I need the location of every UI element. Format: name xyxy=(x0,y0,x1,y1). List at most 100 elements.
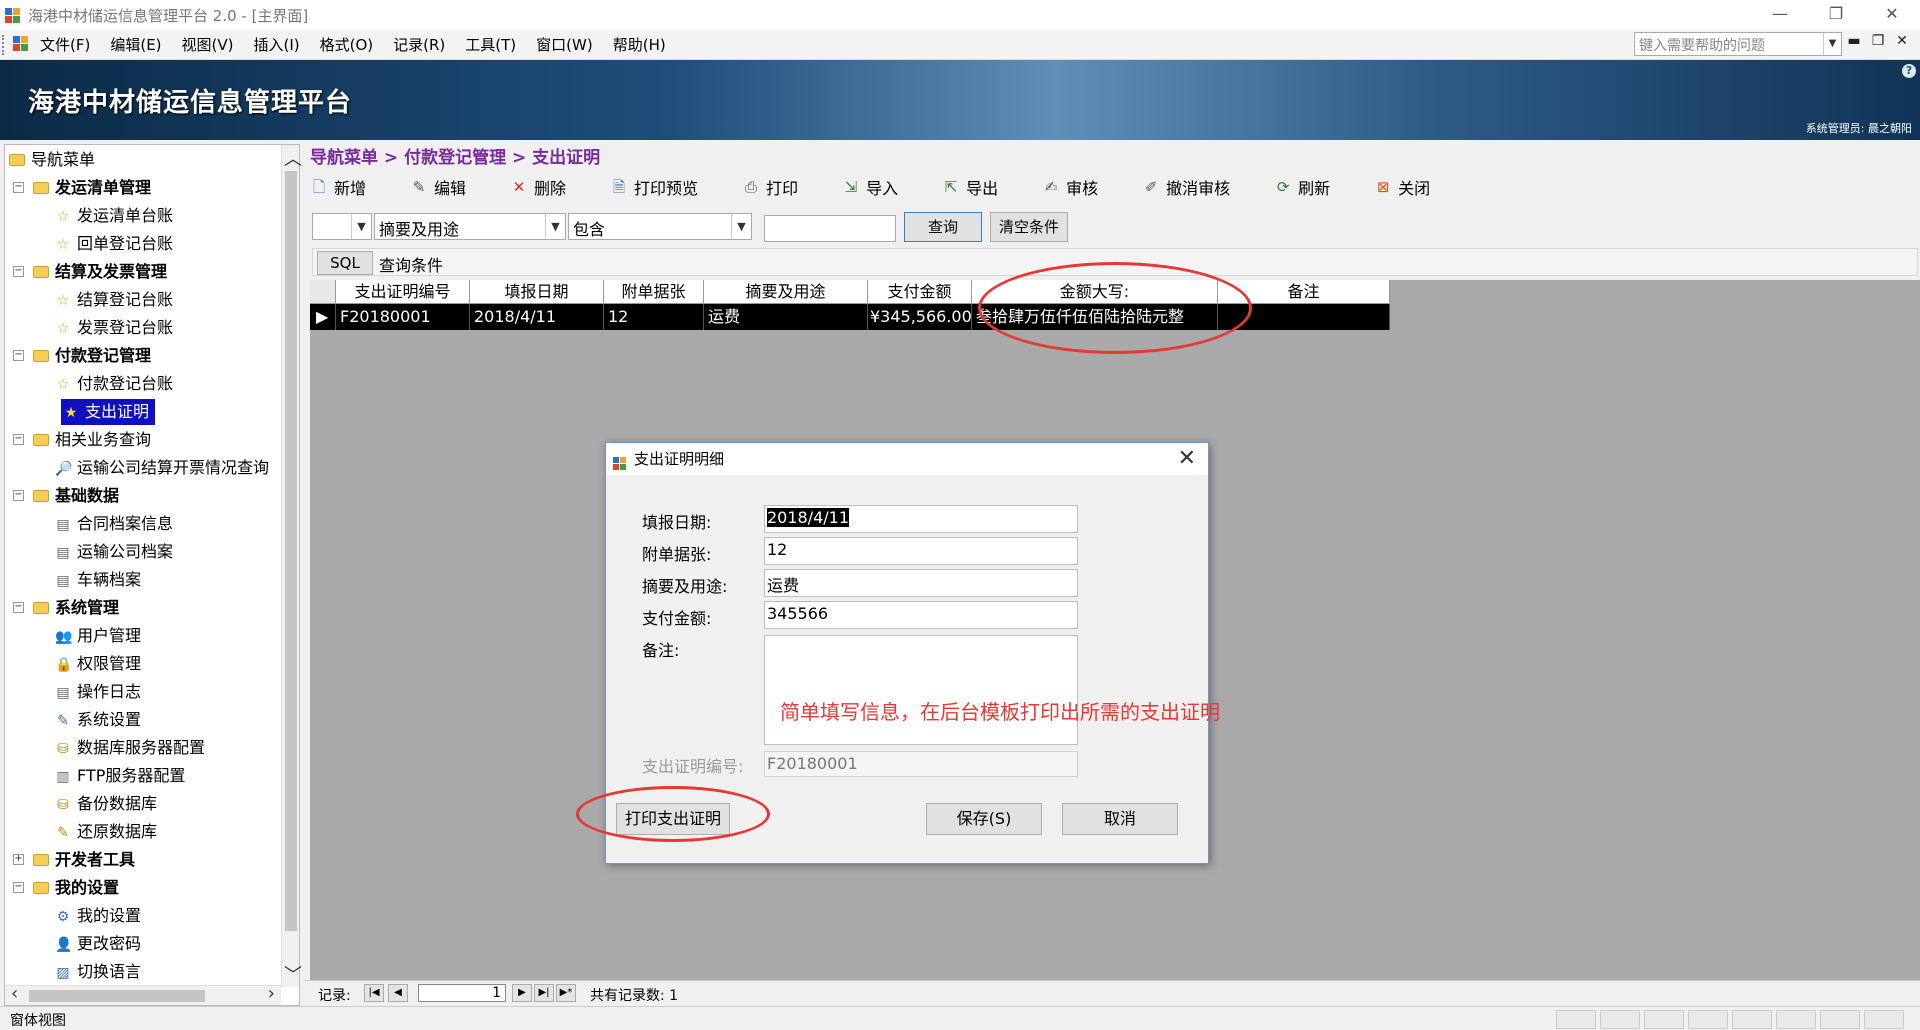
sidebar-horizontal-scrollbar[interactable]: ‹ › xyxy=(5,983,281,1005)
scroll-down-icon[interactable]: ﹀ xyxy=(284,961,302,987)
cell-remark[interactable] xyxy=(1218,304,1390,330)
menu-format[interactable]: 格式(O) xyxy=(320,34,374,55)
mdi-restore-button[interactable]: ❐ xyxy=(1868,33,1888,49)
tree-item-mysettings[interactable]: ⚙ 我的设置 xyxy=(55,903,141,929)
chevron-down-icon[interactable]: ▼ xyxy=(545,214,565,239)
tree-item-oplog[interactable]: ▤ 操作日志 xyxy=(55,679,141,705)
query-conditions-label[interactable]: 查询条件 xyxy=(379,252,443,276)
app-menu-icon[interactable] xyxy=(12,34,30,56)
help-icon[interactable]: ? xyxy=(1902,64,1916,78)
cell-amount[interactable]: ¥345,566.00 xyxy=(868,304,972,330)
tree-item-ftpserver[interactable]: ▥ FTP服务器配置 xyxy=(55,763,185,789)
cell-attachments[interactable]: 12 xyxy=(604,304,704,330)
tree-group-devtools[interactable]: 开发者工具 xyxy=(33,847,135,873)
tree-item-shipping-ledger[interactable]: ☆ 发运清单台账 xyxy=(55,203,173,229)
tree-item-carriers[interactable]: ▤ 运输公司档案 xyxy=(55,539,173,565)
unaudit-button[interactable]: ✐ 撤消审核 xyxy=(1142,175,1230,199)
column-header[interactable]: 附单据张 xyxy=(604,280,704,304)
tree-item-language[interactable]: ▨ 切换语言 xyxy=(55,959,141,985)
tree-item-contracts[interactable]: ▤ 合同档案信息 xyxy=(55,511,173,537)
tree-group-settlement[interactable]: 结算及发票管理 xyxy=(33,259,167,285)
query-button[interactable]: 查询 xyxy=(904,212,982,242)
last-record-icon[interactable]: ▶| xyxy=(534,984,554,1002)
chevron-down-icon[interactable]: ▼ xyxy=(351,214,371,239)
edit-button[interactable]: ✎ 编辑 xyxy=(410,175,466,199)
expand-icon[interactable]: + xyxy=(13,854,24,865)
tree-item-backup[interactable]: ⛁ 备份数据库 xyxy=(55,791,157,817)
new-record-icon[interactable]: ▶* xyxy=(556,984,576,1002)
prev-record-icon[interactable]: ◀ xyxy=(388,984,408,1002)
clear-conditions-button[interactable]: 清空条件 xyxy=(990,212,1068,242)
collapse-icon[interactable]: − xyxy=(13,434,24,445)
mdi-minimize-button[interactable]: ▬ xyxy=(1844,33,1864,49)
scroll-left-icon[interactable]: ‹ xyxy=(11,983,18,1004)
tree-root[interactable]: 导航菜单 xyxy=(9,147,95,173)
menu-view[interactable]: 视图(V) xyxy=(182,34,234,55)
audit-button[interactable]: ✍ 审核 xyxy=(1042,175,1098,199)
column-header[interactable]: 金额大写: xyxy=(972,280,1218,304)
dialog-titlebar[interactable]: 支出证明明细 ✕ xyxy=(606,443,1208,475)
close-icon[interactable]: ✕ xyxy=(1178,443,1196,475)
tree-group-payment[interactable]: 付款登记管理 xyxy=(33,343,151,369)
column-header[interactable]: 支付金额 xyxy=(868,280,972,304)
scroll-up-icon[interactable]: ︿ xyxy=(284,145,302,171)
tree-item-vehicles[interactable]: ▤ 车辆档案 xyxy=(55,567,141,593)
tree-item-dbserver[interactable]: ⛁ 数据库服务器配置 xyxy=(55,735,205,761)
logic-combo[interactable]: ▼ xyxy=(312,213,372,240)
column-header[interactable]: 备注 xyxy=(1218,280,1390,304)
purpose-field[interactable]: 运费 xyxy=(764,569,1078,597)
restore-button[interactable]: ❐ xyxy=(1808,0,1864,30)
menu-records[interactable]: 记录(R) xyxy=(393,34,445,55)
current-record-input[interactable]: 1 xyxy=(418,984,506,1002)
export-button[interactable]: ⇱ 导出 xyxy=(942,175,998,199)
collapse-icon[interactable]: − xyxy=(13,882,24,893)
tree-item-password[interactable]: 👤 更改密码 xyxy=(55,931,141,957)
menu-tools[interactable]: 工具(T) xyxy=(465,34,516,55)
tree-item-restore[interactable]: ✎ 还原数据库 xyxy=(55,819,157,845)
column-header[interactable]: 支出证明编号 xyxy=(336,280,470,304)
sql-button[interactable]: SQL xyxy=(317,251,373,275)
scroll-thumb[interactable] xyxy=(285,171,297,931)
save-button[interactable]: 保存(S) xyxy=(926,803,1042,835)
menu-file[interactable]: 文件(F) xyxy=(40,34,90,55)
menu-help[interactable]: 帮助(H) xyxy=(613,34,666,55)
tree-group-system[interactable]: 系统管理 xyxy=(33,595,119,621)
date-field[interactable]: 2018/4/11 xyxy=(764,505,1078,533)
help-search-input[interactable]: 键入需要帮助的问题 ▼ xyxy=(1634,32,1842,56)
cell-purpose[interactable]: 运费 xyxy=(704,304,868,330)
print-preview-button[interactable]: 🗎 打印预览 xyxy=(610,175,698,199)
chevron-down-icon[interactable]: ▼ xyxy=(731,214,751,239)
collapse-icon[interactable]: − xyxy=(13,182,24,193)
tree-item-carrier-query[interactable]: 🔎 运输公司结算开票情况查询 xyxy=(55,455,281,481)
collapse-icon[interactable]: − xyxy=(13,266,24,277)
new-button[interactable]: 🗋 新增 xyxy=(310,175,366,199)
tree-item-payment-ledger[interactable]: ☆ 付款登记台账 xyxy=(55,371,173,397)
column-header[interactable]: 摘要及用途 xyxy=(704,280,868,304)
column-header[interactable]: 填报日期 xyxy=(470,280,604,304)
collapse-icon[interactable]: − xyxy=(13,602,24,613)
scroll-right-icon[interactable]: › xyxy=(268,983,275,1004)
cancel-button[interactable]: 取消 xyxy=(1062,803,1178,835)
remark-field[interactable] xyxy=(764,635,1078,745)
close-button[interactable]: ⊠ 关闭 xyxy=(1374,175,1430,199)
operator-combo[interactable]: 包含 ▼ xyxy=(568,213,752,240)
collapse-icon[interactable]: − xyxy=(13,350,24,361)
next-record-icon[interactable]: ▶ xyxy=(512,984,532,1002)
filter-value-input[interactable] xyxy=(764,215,896,242)
tree-item-invoice-ledger[interactable]: ☆ 发票登记台账 xyxy=(55,315,173,341)
chevron-down-icon[interactable]: ▼ xyxy=(1823,33,1841,55)
cell-date[interactable]: 2018/4/11 xyxy=(470,304,604,330)
attachments-field[interactable]: 12 xyxy=(764,537,1078,565)
scroll-thumb[interactable] xyxy=(29,990,205,1002)
refresh-button[interactable]: ⟳ 刷新 xyxy=(1274,175,1330,199)
tree-group-basedata[interactable]: 基础数据 xyxy=(33,483,119,509)
tree-item-users[interactable]: 👥 用户管理 xyxy=(55,623,141,649)
amount-field[interactable]: 345566 xyxy=(764,601,1078,629)
import-button[interactable]: ⇲ 导入 xyxy=(842,175,898,199)
field-combo[interactable]: 摘要及用途 ▼ xyxy=(374,213,566,240)
collapse-icon[interactable]: − xyxy=(13,490,24,501)
menu-edit[interactable]: 编辑(E) xyxy=(110,34,161,55)
menu-window[interactable]: 窗口(W) xyxy=(536,34,593,55)
tree-item-permissions[interactable]: 🔒 权限管理 xyxy=(55,651,141,677)
tree-item-expense-proof[interactable]: ★ 支出证明 xyxy=(61,399,156,425)
